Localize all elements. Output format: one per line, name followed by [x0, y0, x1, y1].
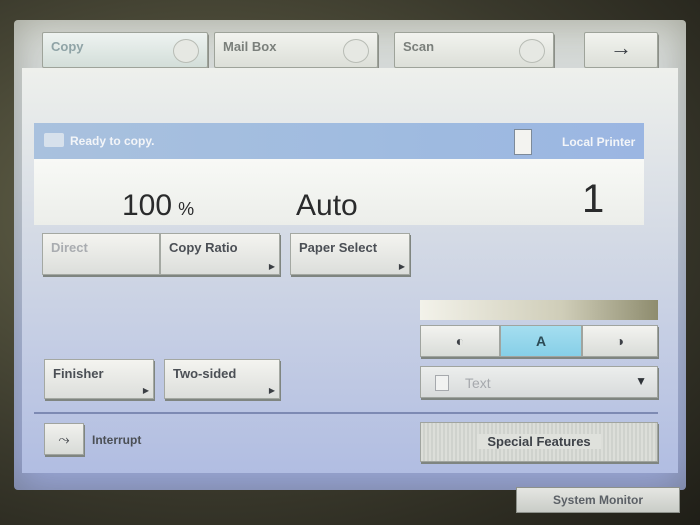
copy-ratio-button-label: Copy Ratio: [169, 240, 238, 255]
interrupt-icon: ⤳: [58, 431, 70, 447]
system-monitor-label: System Monitor: [552, 493, 643, 507]
arrow-icon: ▶: [142, 386, 149, 395]
finisher-button[interactable]: Finisher ▶: [44, 359, 154, 399]
auto-density-button[interactable]: A: [500, 325, 582, 357]
divider: [34, 412, 658, 414]
document-icon: [435, 375, 449, 391]
chevron-down-icon: ▼: [635, 374, 647, 388]
copy-settings-readout: 100% Auto 1: [34, 159, 644, 225]
paper-select-button[interactable]: Paper Select ▶: [290, 233, 410, 275]
paper-select-button-label: Paper Select: [299, 240, 378, 255]
two-sided-button[interactable]: Two-sided ▶: [164, 359, 280, 399]
printer-name: Local Printer: [562, 135, 636, 149]
tab-mail-box[interactable]: Mail Box: [214, 32, 378, 68]
interrupt-button[interactable]: ⤳: [44, 423, 84, 455]
paper-size-value: Auto: [296, 189, 358, 222]
tab-more[interactable]: →: [584, 32, 658, 68]
arrow-right-icon: →: [610, 35, 632, 60]
status-bar: Ready to copy. Local Printer: [34, 123, 644, 159]
copy-count-value: 1: [582, 177, 605, 221]
original-type-value: Text: [465, 375, 491, 391]
scan-tab-icon: [519, 39, 545, 63]
two-sided-button-label: Two-sided: [173, 366, 237, 381]
tab-copy-label: Copy: [51, 39, 84, 54]
lighter-icon: ◐: [455, 333, 465, 349]
darker-button[interactable]: ◑: [582, 325, 658, 357]
tab-scan[interactable]: Scan: [394, 32, 554, 68]
copy-ratio-button[interactable]: Copy Ratio ▶: [160, 233, 280, 275]
copy-tab-icon: [173, 39, 199, 63]
arrow-icon: ▶: [268, 262, 275, 271]
status-message: Ready to copy.: [70, 134, 155, 148]
density-scale[interactable]: [420, 300, 658, 320]
printer-icon: [514, 129, 532, 155]
auto-density-label: A: [535, 333, 547, 349]
system-monitor-button[interactable]: System Monitor: [516, 487, 680, 513]
interrupt-label: Interrupt: [92, 433, 142, 447]
darker-icon: ◑: [615, 333, 625, 349]
arrow-icon: ▶: [268, 386, 275, 395]
arrow-icon: ▶: [398, 262, 405, 271]
finisher-button-label: Finisher: [53, 366, 104, 381]
copy-status-icon: [44, 133, 64, 147]
touch-screen: Copy Mail Box Scan → Ready to copy. Loca…: [14, 20, 686, 490]
direct-button[interactable]: Direct: [42, 233, 160, 275]
mailbox-tab-icon: [343, 39, 369, 63]
tab-copy[interactable]: Copy: [42, 32, 208, 68]
direct-button-label: Direct: [51, 240, 88, 255]
tab-scan-label: Scan: [403, 39, 435, 54]
lighter-button[interactable]: ◐: [420, 325, 500, 357]
special-features-label: Special Features: [477, 434, 601, 449]
tab-mail-box-label: Mail Box: [223, 39, 277, 54]
special-features-button[interactable]: Special Features: [420, 422, 658, 462]
copy-ratio-value: 100%: [122, 189, 195, 222]
original-type-select[interactable]: Text ▼: [420, 366, 658, 398]
